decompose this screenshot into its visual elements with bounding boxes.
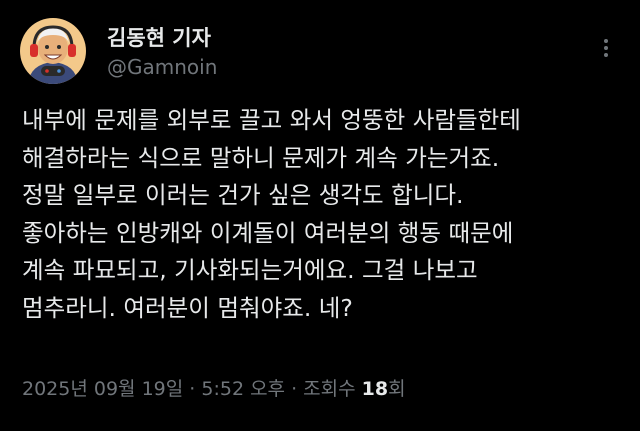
author-avatar[interactable]: [20, 18, 86, 84]
author-handle[interactable]: @Gamnoin: [107, 55, 217, 79]
more-dot: [604, 46, 608, 50]
tweet-line: 멈추라니. 여러분이 멈춰야죠. 네?: [22, 293, 353, 322]
meta-separator: ·: [285, 378, 304, 400]
tweet-time[interactable]: 5:52 오후: [201, 378, 285, 400]
tweet-line: 정말 일부로 이러는 건가 싶은 생각도 합니다.: [22, 181, 464, 209]
views-label: 조회수: [303, 378, 362, 400]
tweet-line: 해결하라는 식으로 말하니 문제가 계속 가는거죠.: [22, 143, 500, 172]
tweet-meta: 2025년 09월 19일 · 5:52 오후 · 조회수 18회: [22, 374, 406, 401]
tweet-body: 내부에 문제를 외부로 끌고 와서 엉뚱한 사람들한테 해결하라는 식으로 말하…: [22, 102, 622, 327]
cartoon-gamer-avatar-icon: [20, 18, 86, 84]
tweet-date[interactable]: 2025년 09월 19일: [22, 378, 183, 400]
author-display-name[interactable]: 김동현 기자: [107, 22, 211, 52]
tweet-line: 계속 파묘되고, 기사화되는거에요. 그걸 나보고: [22, 256, 478, 284]
more-dot: [604, 53, 608, 57]
views-count[interactable]: 18: [362, 378, 388, 400]
tweet-line: 내부에 문제를 외부로 끌고 와서 엉뚱한 사람들한테: [22, 106, 521, 134]
more-options-icon[interactable]: [592, 34, 620, 62]
more-dot: [604, 39, 608, 43]
tweet-line: 좋아하는 인방캐와 이계돌이 여러분의 행동 때문에: [22, 218, 514, 247]
meta-separator: ·: [183, 378, 202, 400]
views-unit: 회: [388, 378, 406, 400]
